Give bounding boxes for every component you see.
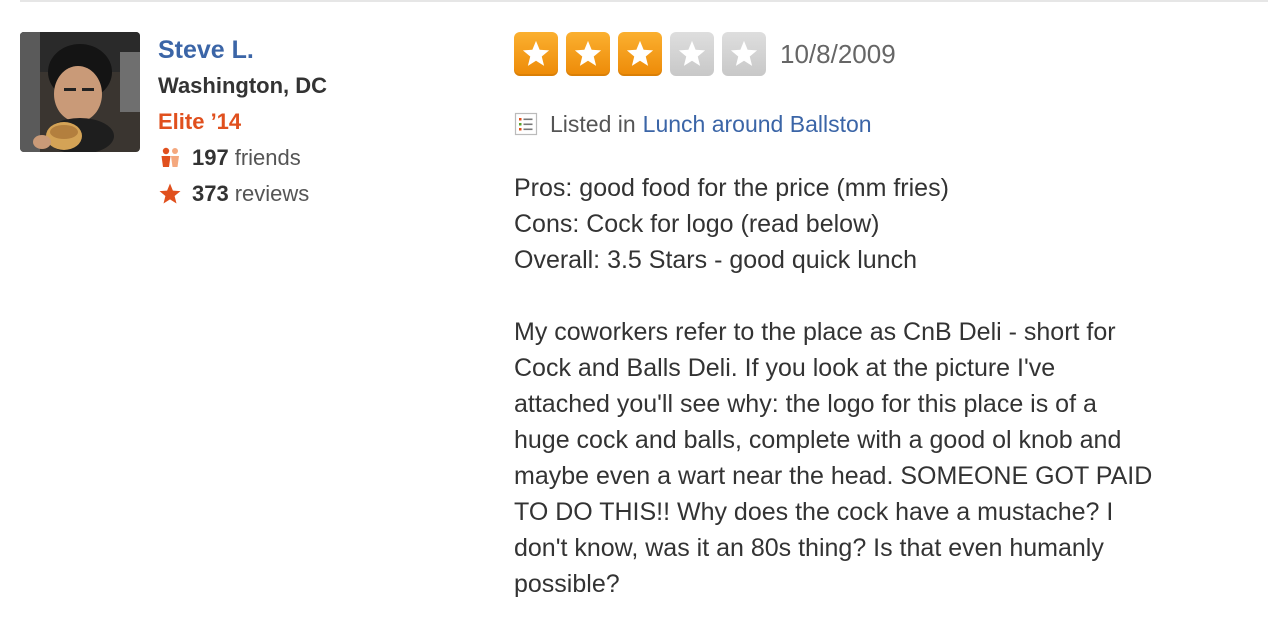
divider [20, 0, 1268, 2]
friends-count: 197 [192, 145, 229, 170]
list-link[interactable]: Lunch around Ballston [643, 111, 872, 138]
listed-in: Listed in Lunch around Ballston [514, 109, 1254, 139]
star-icon [158, 181, 184, 207]
review-body-line: Cock and Balls Deli. If you look at the … [514, 354, 1056, 382]
reviews-label: reviews [234, 181, 310, 206]
rating-star-1 [514, 32, 558, 76]
review-overall: Overall: 3.5 Stars - good quick lunch [514, 246, 917, 274]
user-name-link[interactable]: Steve L. [158, 32, 478, 68]
review-body-line: maybe even a wart near the head. SOMEONE… [514, 462, 1153, 490]
star-icon [730, 40, 758, 66]
star-icon [574, 40, 602, 66]
review-page: Steve L. Washington, DC Elite ’14 197 fr… [0, 0, 1268, 632]
avatar-photo [20, 32, 140, 152]
review-body-line: TO DO THIS!! Why does the cock have a mu… [514, 498, 1114, 526]
listed-prefix: Listed in [550, 110, 636, 137]
friends-icon [158, 145, 184, 171]
user-avatar[interactable] [20, 32, 140, 152]
review-body-line: My coworkers refer to the place as CnB D… [514, 318, 1116, 346]
reviews-count: 373 [192, 181, 229, 206]
friends-stat: 197 friends [158, 140, 478, 176]
elite-badge[interactable]: Elite ’14 [158, 104, 478, 140]
rating-row: 10/8/2009 [514, 32, 1254, 76]
friends-label: friends [234, 145, 301, 170]
star-icon [522, 40, 550, 66]
review-pros: Pros: good food for the price (mm fries) [514, 174, 949, 202]
rating-star-4 [670, 32, 714, 76]
review-text: Pros: good food for the price (mm fries)… [514, 170, 1254, 602]
review-cons: Cons: Cock for logo (read below) [514, 210, 880, 238]
review-date: 10/8/2009 [780, 38, 896, 69]
user-info: Steve L. Washington, DC Elite ’14 197 fr… [158, 32, 478, 212]
star-icon [678, 40, 706, 66]
list-icon [514, 112, 538, 136]
user-location: Washington, DC [158, 73, 328, 98]
rating-star-5 [722, 32, 766, 76]
rating-star-2 [566, 32, 610, 76]
review-body-line: possible? [514, 570, 620, 598]
review-body-line: attached you'll see why: the logo for th… [514, 390, 1097, 418]
star-icon [626, 40, 654, 66]
rating-star-3 [618, 32, 662, 76]
review-body-line: don't know, was it an 80s thing? Is that… [514, 534, 1104, 562]
review-body-line: huge cock and balls, complete with a goo… [514, 426, 1122, 454]
review-content: 10/8/2009 Listed in Lunch around Ballsto… [514, 32, 1254, 602]
reviews-stat: 373 reviews [158, 176, 478, 212]
